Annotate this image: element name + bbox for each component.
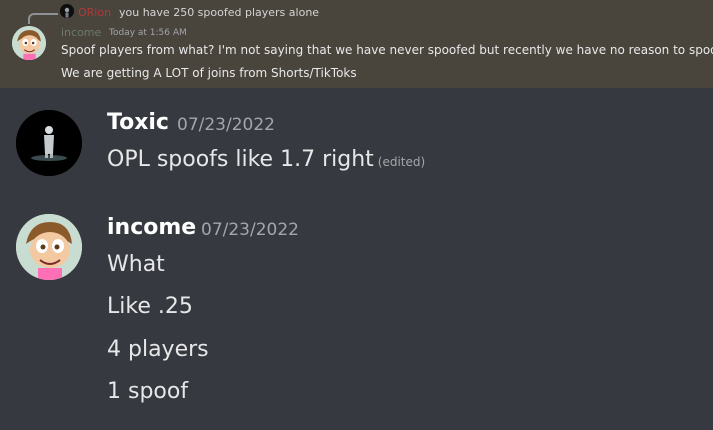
- toxic-author-name[interactable]: Toxic: [107, 110, 169, 135]
- income-message-line: 1 spoof: [107, 379, 189, 404]
- income-avatar-small[interactable]: [12, 26, 46, 60]
- timmy-avatar-image: [12, 26, 46, 60]
- reply-avatar[interactable]: [60, 4, 74, 18]
- income-timestamp: 07/23/2022: [201, 220, 299, 240]
- reply-preview-text[interactable]: you have 250 spoofed players alone: [119, 6, 319, 19]
- highlighted-message-line: We are getting A LOT of joins from Short…: [61, 66, 357, 80]
- income-message-line: What: [107, 252, 165, 277]
- timmy-avatar-image: [16, 214, 82, 280]
- income-message-line: Like .25: [107, 294, 193, 319]
- message-content: OPL spoofs like 1.7 right: [107, 147, 374, 172]
- toxic-message-text: OPL spoofs like 1.7 right (edited): [107, 147, 425, 172]
- highlighted-timestamp: Today at 1:56 AM: [109, 28, 187, 38]
- reply-connector: [28, 13, 58, 24]
- income-avatar[interactable]: [16, 214, 82, 280]
- toxic-avatar[interactable]: [16, 110, 82, 176]
- reply-author-name[interactable]: ORion: [78, 6, 111, 19]
- edited-label: (edited): [377, 155, 426, 169]
- highlighted-author-name[interactable]: income: [61, 26, 101, 39]
- income-message-line: 4 players: [107, 337, 209, 362]
- toxic-timestamp: 07/23/2022: [177, 115, 275, 135]
- highlighted-message-line: Spoof players from what? I'm not saying …: [61, 43, 713, 57]
- toxic-avatar-image: [16, 110, 82, 176]
- income-author-name[interactable]: income: [107, 215, 196, 240]
